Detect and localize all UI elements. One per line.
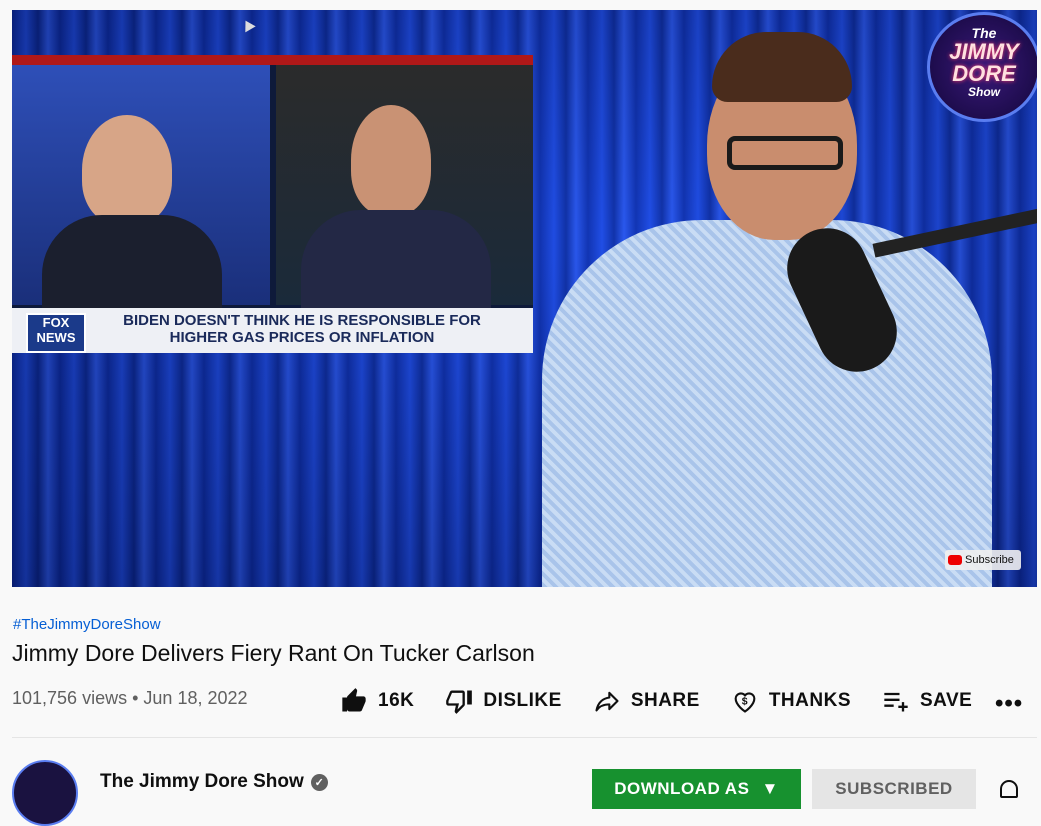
hashtag-link[interactable]: #TheJimmyDoreShow [13,616,161,633]
video-meta: 101,756 views • Jun 18, 2022 [12,688,248,709]
more-actions-button[interactable]: ••• [995,690,1023,718]
share-button[interactable]: SHARE [593,687,700,715]
tv-left-suit [42,215,222,315]
tv-news-banner: BIDEN DOESN'T THINK HE IS RESPONSIBLE FO… [12,308,533,353]
channel-avatar[interactable] [12,760,78,826]
channel-name-link[interactable]: The Jimmy Dore Show ✓ [100,771,328,793]
subscribed-label: SUBSCRIBED [835,779,953,798]
tv-right-person [351,105,431,215]
action-bar: 16K DISLIKE SHARE $ THANKS SAVE [340,683,1003,719]
subscribe-watermark-label: Subscribe [965,554,1014,566]
like-button[interactable]: 16K [340,687,414,715]
logo-line-dore: DORE [952,61,1016,86]
download-as-button[interactable]: DOWNLOAD AS ▼ [592,769,801,809]
meta-separator: • [132,688,139,708]
heart-dollar-icon: $ [734,692,756,713]
youtube-icon [948,555,962,565]
like-count: 16K [378,690,415,711]
tv-screen: BIDEN DOESN'T THINK HE IS RESPONSIBLE FO… [12,55,533,353]
thumbs-down-icon [446,690,473,714]
svg-text:$: $ [742,696,748,708]
bell-icon[interactable] [1000,780,1018,798]
logo-line-show: Show [968,85,1000,99]
channel-logo-overlay: The JIMMY DORE Show [927,12,1037,122]
video-title: Jimmy Dore Delivers Fiery Rant On Tucker… [12,640,535,666]
thumbs-up-icon [342,688,366,712]
verified-badge-icon: ✓ [310,773,328,791]
save-label: SAVE [920,690,973,711]
tv-banner-text: BIDEN DOESN'T THINK HE IS RESPONSIBLE FO… [123,312,481,346]
thanks-label: THANKS [768,690,851,711]
subscribed-button[interactable]: SUBSCRIBED [812,769,976,809]
divider [12,737,1037,738]
save-button[interactable]: SAVE [882,687,972,715]
dislike-button[interactable]: DISLIKE [445,687,561,715]
tv-right-suit [301,210,491,310]
tv-left-panel [12,65,270,315]
tv-right-panel [276,65,533,310]
video-player[interactable]: BIDEN DOESN'T THINK HE IS RESPONSIBLE FO… [12,10,1037,587]
chevron-down-icon: ▼ [761,779,779,798]
view-count: 101,756 views [12,688,128,708]
dislike-label: DISLIKE [483,690,562,711]
download-label: DOWNLOAD AS [614,779,750,798]
playlist-add-icon [884,692,908,712]
tv-left-person [82,115,172,225]
share-label: SHARE [630,690,700,711]
thanks-button[interactable]: $ THANKS [731,687,851,715]
host-shirt [542,220,992,587]
host-glasses [727,136,843,170]
host-hair [712,32,852,102]
share-arrow-icon [595,691,619,712]
channel-name: The Jimmy Dore Show [100,771,304,792]
upload-date: Jun 18, 2022 [143,688,248,708]
logo-line-jimmy: JIMMY [949,39,1019,64]
subscribe-watermark[interactable]: Subscribe [945,550,1021,570]
fox-news-logo: FOX NEWS [26,313,86,353]
